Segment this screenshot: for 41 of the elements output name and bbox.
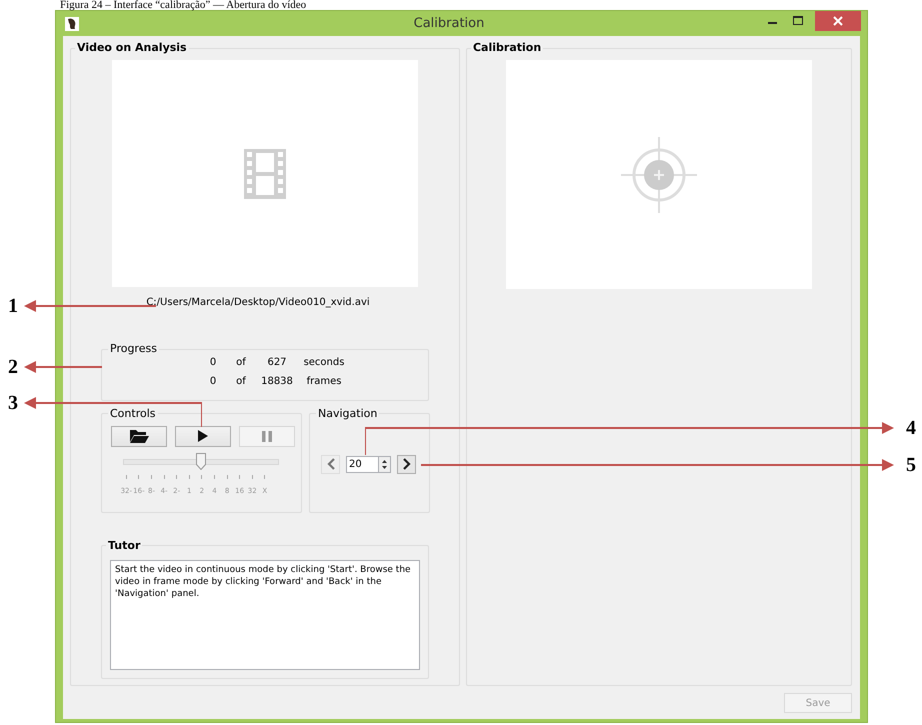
chevron-right-icon <box>402 458 410 470</box>
film-icon <box>244 148 286 199</box>
group-title: Video on Analysis <box>76 42 188 54</box>
maximize-icon <box>793 16 803 24</box>
of-label: of <box>236 356 246 370</box>
crosshair-icon <box>620 136 697 212</box>
figure-caption: Figura 24 – Interface “calibração” — Abertura do vídeo <box>60 0 308 10</box>
forward-button[interactable] <box>397 454 416 474</box>
group-title: Tutor <box>107 540 142 552</box>
group-title: Progress <box>109 343 158 356</box>
total-value: 18838 <box>261 375 293 390</box>
of-label: of <box>236 375 246 390</box>
group-title: Calibration <box>472 42 542 54</box>
window-title: Calibration <box>412 16 486 31</box>
unit-label: frames <box>306 375 342 390</box>
group-title: Navigation <box>317 408 378 420</box>
chevron-left-icon <box>326 458 334 470</box>
open-button[interactable] <box>111 426 167 447</box>
folder-icon <box>129 429 149 444</box>
callout-number: 2 <box>8 357 18 377</box>
frame-step-field[interactable]: 20 <box>346 456 378 473</box>
close-icon <box>833 16 843 26</box>
pause-icon <box>262 430 272 442</box>
tutor-text: Start the video in continuous mode by clicking 'Start'. Browse the video in frame mode by clicking 'Forward' and 'Back' in the 'Navigation' panel. <box>110 560 420 670</box>
minimize-icon <box>768 22 776 24</box>
play-button[interactable] <box>175 426 231 447</box>
close-button[interactable] <box>815 11 861 31</box>
group-title: Controls <box>109 408 156 420</box>
callout-number: 4 <box>906 418 916 438</box>
callout-number: 3 <box>8 393 18 413</box>
current-value: 0 <box>210 356 216 370</box>
app-icon <box>65 16 79 30</box>
unit-label: seconds <box>304 356 344 370</box>
callout-number: 1 <box>8 296 18 316</box>
slider-thumb[interactable] <box>196 452 206 470</box>
play-icon <box>198 430 208 442</box>
file-path: C:/Users/Marcela/Desktop/Video010_xvid.avi <box>146 296 370 310</box>
spin-arrows-icon[interactable] <box>378 456 391 473</box>
current-value: 0 <box>210 375 216 390</box>
total-value: 627 <box>267 356 287 370</box>
callout-number: 5 <box>906 455 916 475</box>
